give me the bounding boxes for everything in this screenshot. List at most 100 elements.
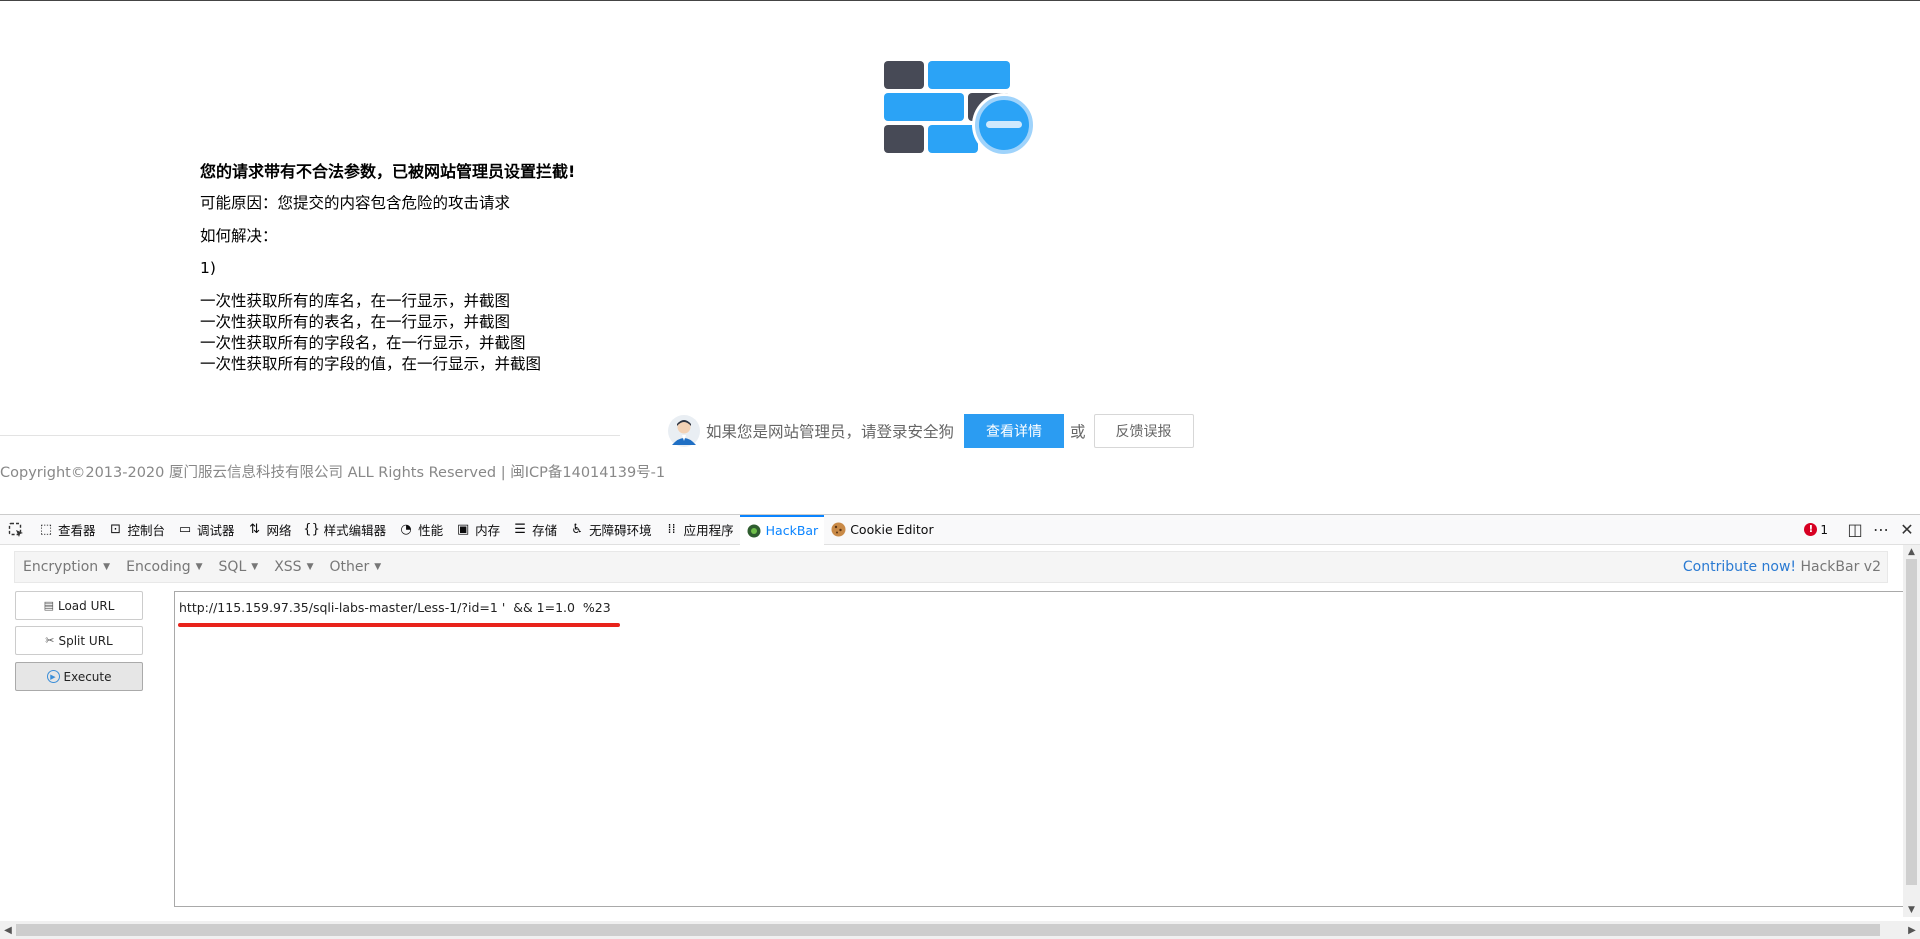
menu-label: SQL	[218, 559, 247, 575]
tab-hackbar[interactable]: HackBar	[739, 514, 825, 545]
element-picker-button[interactable]	[0, 515, 32, 545]
devtools-panel: ⬚ 查看器 ⊡ 控制台 ▭ 调试器 ⇅ 网络 {} 样式编辑器 ◔ 性能 ▣ 内…	[0, 514, 1920, 939]
page-viewport: 您的请求带有不合法参数，已被网站管理员设置拦截! 可能原因：您提交的内容包含危险…	[0, 0, 1920, 514]
play-icon: ▶	[46, 670, 60, 683]
tab-application[interactable]: ⁞⁞ 应用程序	[658, 515, 740, 545]
performance-icon: ◔	[400, 522, 412, 537]
close-icon: ✕	[1900, 520, 1914, 539]
task-item: 一次性获取所有的库名，在一行显示，并截图	[200, 292, 511, 311]
menu-label: Encryption	[23, 559, 99, 575]
caret-down-icon: ▼	[103, 562, 111, 572]
debugger-icon: ▭	[178, 522, 192, 537]
toolbar-right-controls: ! 1 ◫ ⋯ ✕	[1804, 515, 1920, 545]
scroll-up-icon[interactable]: ▲	[1903, 545, 1920, 559]
tab-accessibility[interactable]: ♿ 无障碍环境	[563, 515, 658, 545]
block-reason: 可能原因：您提交的内容包含危险的攻击请求	[200, 193, 511, 212]
menu-encoding[interactable]: Encoding ▼	[118, 559, 210, 575]
or-text: 或	[1070, 423, 1086, 441]
tab-label: HackBar	[765, 523, 819, 538]
how-to-label: 如何解决：	[200, 226, 278, 245]
button-label: Execute	[63, 669, 112, 684]
vertical-scrollbar[interactable]: ▲ ▼	[1903, 545, 1920, 917]
close-devtools-button[interactable]: ✕	[1894, 517, 1920, 543]
cookie-icon	[830, 522, 846, 538]
devtools-toolbar: ⬚ 查看器 ⊡ 控制台 ▭ 调试器 ⇅ 网络 {} 样式编辑器 ◔ 性能 ▣ 内…	[0, 514, 1920, 545]
task-item: 一次性获取所有的表名，在一行显示，并截图	[200, 313, 511, 332]
caret-down-icon: ▼	[306, 562, 314, 572]
url-input[interactable]: http://115.159.97.35/sqli-labs-master/Le…	[174, 591, 1905, 907]
scroll-left-icon[interactable]: ◀	[0, 921, 16, 939]
admin-avatar-icon	[668, 415, 700, 447]
admin-login-row: 如果您是网站管理员，请登录安全狗 查看详情 或 反馈误报	[668, 413, 1194, 449]
split-url-button[interactable]: ✂ Split URL	[15, 626, 143, 655]
error-icon: !	[1804, 523, 1818, 536]
tab-label: 应用程序	[683, 523, 734, 538]
memory-icon: ▣	[456, 522, 470, 537]
horizontal-scrollbar[interactable]: ◀ ▶	[0, 921, 1920, 939]
block-message: 您的请求带有不合法参数，已被网站管理员设置拦截! 可能原因：您提交的内容包含危险…	[200, 161, 1100, 375]
scroll-right-icon[interactable]: ▶	[1904, 921, 1920, 939]
tab-memory[interactable]: ▣ 内存	[449, 515, 506, 545]
button-label: Load URL	[57, 598, 115, 613]
tab-label: 控制台	[127, 523, 166, 538]
load-url-icon: ▤	[43, 599, 54, 612]
task-list: 一次性获取所有的库名，在一行显示，并截图 一次性获取所有的表名，在一行显示，并截…	[200, 291, 1100, 375]
tab-network[interactable]: ⇅ 网络	[241, 515, 298, 545]
tab-cookie-editor[interactable]: Cookie Editor	[824, 515, 939, 545]
tab-label: 样式编辑器	[323, 523, 387, 538]
tab-label: 查看器	[58, 523, 96, 538]
tab-storage[interactable]: ☰ 存储	[506, 515, 563, 545]
scrollbar-thumb[interactable]	[1906, 559, 1917, 885]
report-false-positive-button[interactable]: 反馈误报	[1093, 414, 1194, 448]
menu-label: Other	[329, 559, 370, 575]
element-picker-icon	[8, 522, 23, 537]
scissors-icon: ✂	[45, 634, 55, 647]
tab-style-editor[interactable]: {} 样式编辑器	[298, 515, 393, 545]
menu-other[interactable]: Other ▼	[321, 559, 389, 575]
step-label: 1)	[200, 259, 216, 278]
scroll-down-icon[interactable]: ▼	[1903, 903, 1920, 917]
menu-sql[interactable]: SQL ▼	[211, 559, 267, 575]
tab-performance[interactable]: ◔ 性能	[392, 515, 449, 545]
caret-down-icon: ▼	[374, 562, 382, 572]
tab-label: 调试器	[197, 523, 235, 538]
dock-side-button[interactable]: ◫	[1842, 517, 1868, 543]
more-options-button[interactable]: ⋯	[1868, 517, 1894, 543]
execute-button[interactable]: ▶ Execute	[15, 662, 143, 691]
application-icon: ⁞⁞	[667, 522, 676, 537]
accessibility-icon: ♿	[571, 522, 583, 537]
task-item: 一次性获取所有的字段名，在一行显示，并截图	[200, 334, 526, 353]
dock-icon: ◫	[1847, 520, 1863, 539]
menu-label: XSS	[274, 559, 302, 575]
contribute-area: Contribute now! HackBar v2	[1683, 559, 1881, 575]
firewall-block-logo	[884, 61, 1036, 157]
scrollbar-thumb[interactable]	[16, 924, 1880, 936]
tab-console[interactable]: ⊡ 控制台	[102, 515, 172, 545]
footer-divider	[0, 435, 620, 436]
console-icon: ⊡	[110, 522, 121, 537]
tab-debugger[interactable]: ▭ 调试器	[171, 515, 241, 545]
block-heading: 您的请求带有不合法参数，已被网站管理员设置拦截!	[200, 162, 576, 181]
tab-inspector[interactable]: ⬚ 查看器	[32, 515, 102, 545]
menu-encryption[interactable]: Encryption ▼	[15, 559, 118, 575]
menu-label: Encoding	[126, 559, 191, 575]
admin-prompt: 如果您是网站管理员，请登录安全狗	[706, 423, 955, 441]
button-label: Split URL	[58, 633, 113, 648]
copyright-text: Copyright©2013-2020 厦门服云信息科技有限公司 ALL Rig…	[0, 465, 666, 481]
tab-label: 无障碍环境	[589, 523, 652, 538]
tab-label: 内存	[475, 523, 501, 538]
menu-xss[interactable]: XSS ▼	[266, 559, 321, 575]
storage-icon: ☰	[514, 522, 526, 537]
style-editor-icon: {}	[303, 522, 320, 537]
caret-down-icon: ▼	[195, 562, 203, 572]
task-item: 一次性获取所有的字段的值，在一行显示，并截图	[200, 355, 542, 374]
caret-down-icon: ▼	[251, 562, 259, 572]
error-count-badge[interactable]: ! 1	[1804, 523, 1828, 537]
load-url-button[interactable]: ▤ Load URL	[15, 591, 143, 620]
inspector-icon: ⬚	[39, 522, 53, 537]
tab-label: 网络	[266, 523, 292, 538]
more-icon: ⋯	[1873, 520, 1889, 539]
view-details-button[interactable]: 查看详情	[964, 414, 1065, 448]
tab-label: 性能	[418, 523, 444, 538]
contribute-link[interactable]: Contribute now!	[1683, 559, 1796, 575]
